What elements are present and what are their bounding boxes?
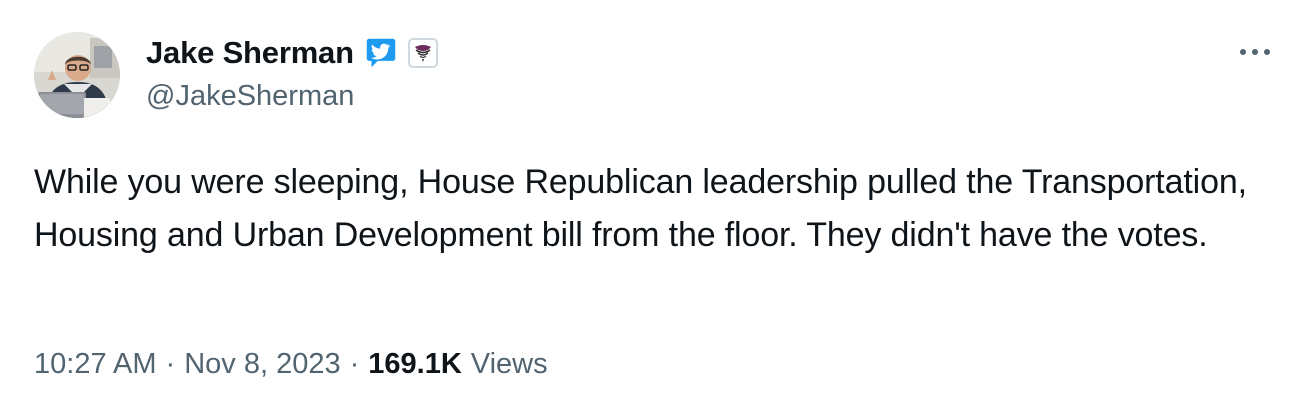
author-display-name[interactable]: Jake Sherman (146, 35, 354, 71)
author-avatar[interactable] (34, 32, 120, 118)
profile-photo (34, 32, 120, 118)
affiliate-logo-icon[interactable] (407, 38, 438, 68)
meta-separator: · (349, 348, 360, 380)
tweet-time[interactable]: 10:27 AM (34, 348, 157, 381)
more-options-icon (1240, 49, 1270, 55)
views-count[interactable]: 169.1K (368, 348, 462, 381)
author-handle[interactable]: @JakeSherman (146, 80, 438, 113)
meta-separator: · (165, 348, 176, 380)
tweet-date[interactable]: Nov 8, 2023 (184, 348, 340, 381)
tweet-text: While you were sleeping, House Republica… (34, 163, 1247, 254)
tweet-metadata: 10:27 AM · Nov 8, 2023 · 169.1K Views (34, 348, 548, 381)
name-row: Jake Sherman (146, 34, 438, 72)
views-label: Views (470, 348, 548, 380)
more-options-button[interactable] (1232, 34, 1278, 70)
author-info: Jake Sherman @JakeSherman (146, 34, 438, 113)
verified-badge-icon[interactable] (362, 34, 400, 72)
tweet-card: Jake Sherman @JakeSherman While you were… (0, 0, 1306, 420)
